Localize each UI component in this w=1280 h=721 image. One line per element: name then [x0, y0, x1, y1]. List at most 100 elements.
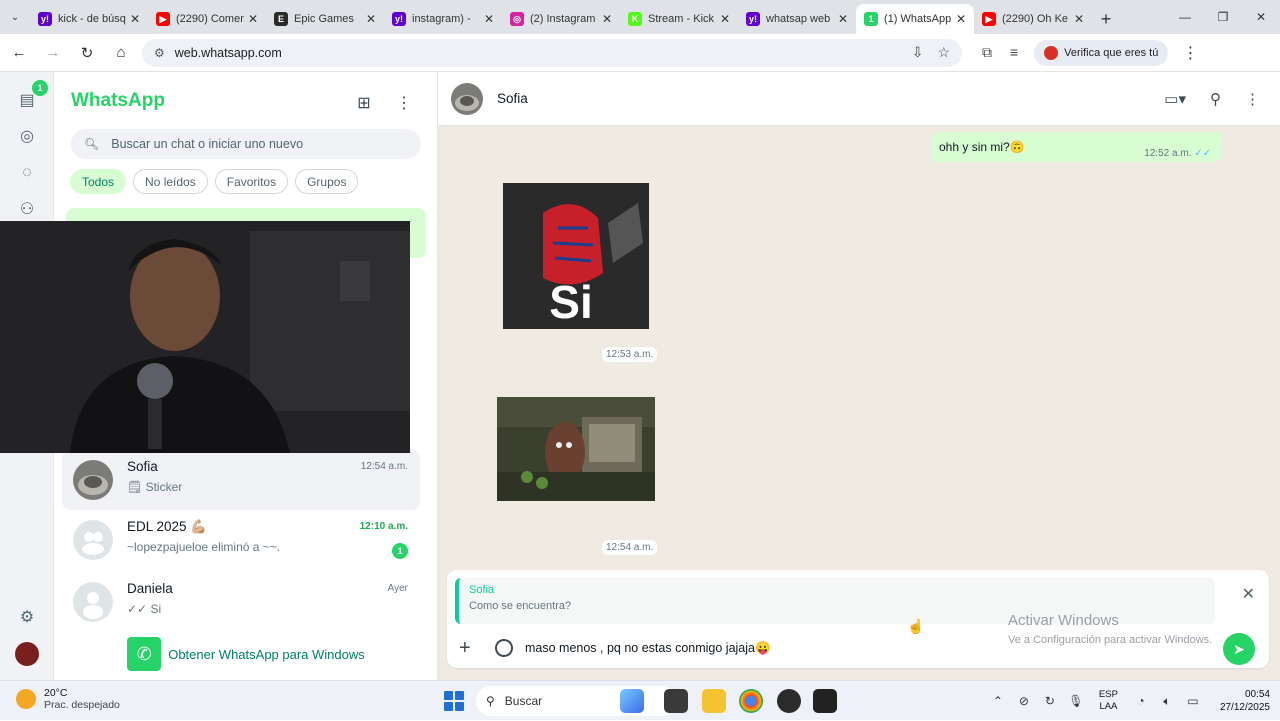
tray-overflow-icon[interactable]: ⌃	[985, 694, 1011, 708]
filter-chip[interactable]: Todos	[70, 169, 127, 194]
extensions-icon[interactable]: ⧉	[982, 44, 992, 61]
microphone-icon[interactable]: 🎙︎	[1063, 694, 1089, 708]
browser-tab[interactable]: 1 (1) WhatsApp ✕	[856, 4, 974, 34]
filter-chip[interactable]: No leídos	[133, 169, 208, 194]
filter-chip[interactable]: Grupos	[295, 169, 359, 194]
volume-icon[interactable]: 🔈︎	[1154, 694, 1180, 709]
start-button[interactable]	[444, 691, 464, 711]
close-tab-icon[interactable]: ✕	[484, 12, 494, 26]
message-text: ohh y sin mi?🙃	[939, 140, 1025, 154]
communities-icon[interactable]: ⚇	[15, 197, 39, 221]
address-bar[interactable]: ⚙ web.whatsapp.com ⇩ ☆	[142, 38, 962, 67]
chat-preview: ✓✓ Si	[127, 602, 162, 616]
forward-button[interactable]: →	[38, 38, 68, 68]
browser-tab[interactable]: K Stream - Kick ✕	[620, 4, 738, 34]
verify-profile-button[interactable]: Verifica que eres tú	[1034, 39, 1169, 66]
sticker-message[interactable]: Si	[503, 183, 649, 329]
wifi-icon[interactable]: ◔	[1128, 694, 1154, 708]
browser-tab[interactable]: ▶ (2290) Oh Ke ✕	[974, 4, 1092, 34]
tab-title: instagram) -	[412, 13, 471, 25]
taskbar-search[interactable]: ⚲ Buscar	[476, 686, 676, 716]
chat-list-item[interactable]: Sofia 🗒 Sticker 12:54 a.m.	[62, 450, 420, 510]
folder-icon[interactable]	[702, 689, 726, 713]
file-explorer-dark-icon[interactable]	[664, 689, 688, 713]
obs-icon[interactable]	[777, 689, 801, 713]
get-app-label: Obtener WhatsApp para Windows	[168, 646, 365, 662]
epic-games-icon[interactable]	[813, 689, 837, 713]
unread-badge: 1	[392, 543, 408, 559]
yahoo-icon: y!	[746, 12, 760, 26]
attach-plus-icon[interactable]: +	[459, 637, 481, 660]
close-reply-icon[interactable]: ✕	[1242, 584, 1255, 604]
minimize-button[interactable]: —	[1166, 0, 1204, 34]
browser-tab[interactable]: ▶ (2290) Comentarios ✕	[148, 4, 266, 34]
chat-list-item[interactable]: Daniela ✓✓ Si Ayer	[62, 572, 420, 632]
profile-avatar[interactable]	[15, 642, 39, 666]
emoji-sticker-icon[interactable]	[495, 639, 513, 657]
sticker-message[interactable]	[497, 397, 655, 501]
browser-menu-icon[interactable]: ⋮	[1182, 43, 1198, 63]
close-tab-icon[interactable]: ✕	[720, 12, 730, 26]
search-messages-icon[interactable]: ⚲	[1210, 90, 1221, 108]
contact-name: Sofia	[497, 91, 528, 106]
message-input[interactable]: maso menos , pq no estas conmigo jajaja😛	[525, 641, 771, 656]
browser-tab[interactable]: E Epic Games ✕	[266, 4, 384, 34]
close-tab-icon[interactable]: ✕	[838, 12, 848, 26]
contact-avatar[interactable]	[451, 83, 483, 115]
browser-tab[interactable]: y! instagram) - ✕	[384, 4, 502, 34]
battery-icon[interactable]: ▭	[1180, 694, 1206, 708]
home-button[interactable]: ⌂	[106, 38, 136, 68]
taskbar-search-label: Buscar	[504, 694, 543, 708]
search-input[interactable]: 🔍︎ Buscar un chat o iniciar uno nuevo	[71, 129, 421, 159]
weather-widget[interactable]: 20°C Prac. despejado	[16, 687, 120, 711]
send-button[interactable]: ➤	[1223, 633, 1255, 665]
taskbar-widget-icon[interactable]	[620, 689, 644, 713]
sticker-caption: Si	[549, 276, 592, 328]
bookmark-star-icon[interactable]: ☆	[937, 44, 950, 61]
status-icon[interactable]: ◎	[15, 124, 39, 148]
close-tab-icon[interactable]: ✕	[130, 12, 140, 26]
video-call-icon[interactable]: ▭▾	[1164, 90, 1186, 108]
tray-app-icon[interactable]: ⊘	[1011, 694, 1037, 708]
install-app-icon[interactable]: ⇩	[912, 44, 924, 61]
close-tab-icon[interactable]: ✕	[956, 12, 966, 26]
conversation-header[interactable]: Sofia ▭▾ ⚲ ⋮	[438, 72, 1280, 126]
yahoo-icon: y!	[392, 12, 406, 26]
close-tab-icon[interactable]: ✕	[602, 12, 612, 26]
browser-tab[interactable]: ◎ (2) Instagram ✕	[502, 4, 620, 34]
close-tab-icon[interactable]: ✕	[1074, 12, 1084, 26]
tab-search-button[interactable]: ⌄	[0, 0, 30, 34]
avatar	[73, 520, 113, 560]
new-chat-icon[interactable]: ⊞	[353, 92, 375, 114]
site-info-icon[interactable]: ⚙	[154, 46, 165, 60]
browser-tab[interactable]: y! whatsap web ✕	[738, 4, 856, 34]
chrome-icon[interactable]	[739, 689, 763, 713]
back-button[interactable]: ←	[4, 38, 34, 68]
menu-icon[interactable]: ⋮	[393, 92, 415, 114]
new-tab-button[interactable]: +	[1092, 4, 1120, 34]
browser-tab-strip: ⌄ y! kick - de búsqueda ✕ ▶ (2290) Comentari…	[0, 0, 1280, 34]
tray-sync-icon[interactable]: ↻	[1037, 694, 1063, 708]
sticker-time: 12:54 a.m.	[602, 540, 658, 555]
tab-title: whatsap web	[766, 13, 831, 25]
browser-tab[interactable]: y! kick - de búsqueda ✕	[30, 4, 148, 34]
settings-icon[interactable]: ⚙	[15, 605, 39, 629]
close-tab-icon[interactable]: ✕	[248, 12, 258, 26]
chat-list-item[interactable]: EDL 2025 💪🏼 ~lopezpajueloe eliminó a ~~. 1…	[62, 510, 420, 570]
outgoing-message[interactable]: ohh y sin mi?🙃 12:52 a.m. ✓✓	[931, 132, 1221, 162]
search-placeholder: Buscar un chat o iniciar uno nuevo	[111, 137, 304, 151]
chat-name: Daniela	[127, 581, 173, 596]
close-tab-icon[interactable]: ✕	[366, 12, 376, 26]
media-controls-icon[interactable]: ≡	[1010, 44, 1018, 61]
chat-name: Sofia	[127, 459, 158, 474]
reload-button[interactable]: ↻	[72, 38, 102, 68]
clock[interactable]: 00:54 27/12/2025	[1220, 688, 1270, 714]
chat-menu-icon[interactable]: ⋮	[1245, 90, 1260, 108]
maximize-button[interactable]: ❐	[1204, 0, 1242, 34]
close-window-button[interactable]: ✕	[1242, 0, 1280, 34]
filter-chip[interactable]: Favoritos	[214, 169, 289, 194]
channels-icon[interactable]: ◌	[15, 161, 39, 185]
language-indicator[interactable]: ESP LAA	[1099, 689, 1118, 713]
get-app-banner[interactable]: ✆ Obtener WhatsApp para Windows	[54, 628, 438, 680]
tab-title: (1) WhatsApp	[884, 13, 952, 25]
